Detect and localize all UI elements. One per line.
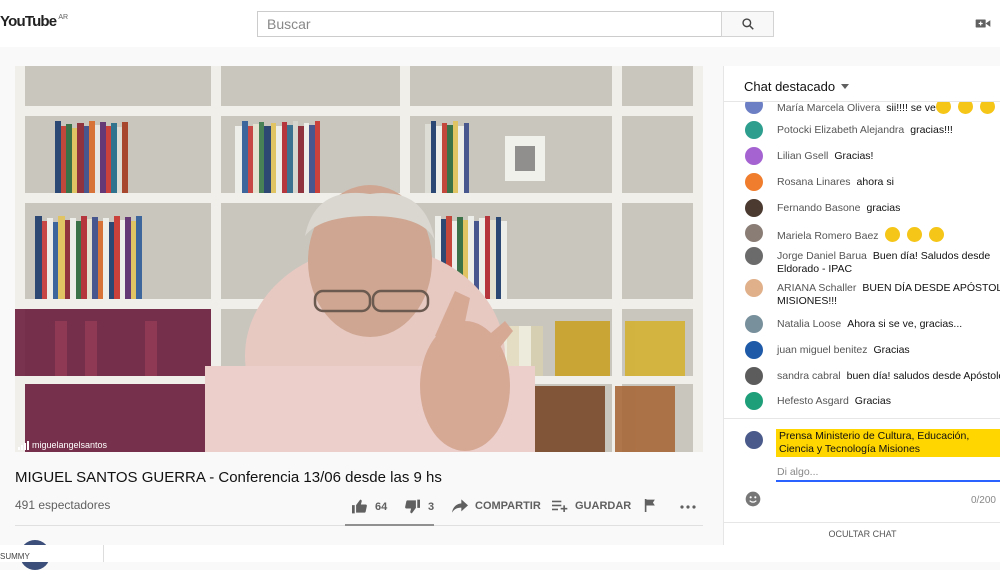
- top-header: YouTube AR: [0, 0, 1000, 47]
- playlist-add-icon: [552, 500, 568, 512]
- watermark-text: miguelangelsantos: [32, 440, 108, 450]
- video-title: MIGUEL SANTOS GUERRA - Conferencia 13/06…: [15, 469, 442, 486]
- like-button[interactable]: 64: [351, 499, 387, 514]
- chat-message-text: Jorge Daniel Barua Buen día! Saludos desd…: [777, 250, 1000, 276]
- action-bar: 64 3 COMPARTIR GUARDAR: [0, 496, 720, 518]
- dislike-count: 3: [428, 500, 435, 513]
- chat-message-text: Hefesto Asgard Gracias: [777, 395, 1000, 408]
- chat-author-avatar[interactable]: [745, 121, 763, 139]
- video-frame-image: [15, 66, 703, 452]
- flag-icon: [644, 499, 655, 512]
- chat-message-body: ahora si: [856, 176, 894, 188]
- chat-author-name[interactable]: Rosana Linares: [777, 176, 851, 188]
- chat-author-avatar[interactable]: [745, 247, 763, 265]
- chat-message-list[interactable]: María Marcela Olivera sii!!!! se ve Potock…: [724, 102, 1000, 418]
- chat-message-text: Lilian Gsell Gracias!: [777, 150, 1000, 163]
- chat-input-area: Prensa Ministerio de Cultura, Educación,…: [724, 418, 1000, 518]
- chat-message-input[interactable]: [776, 464, 1000, 482]
- chat-author-avatar[interactable]: [745, 392, 763, 410]
- logo-text: YouTube: [0, 13, 57, 30]
- chat-author-avatar[interactable]: [745, 315, 763, 333]
- bottom-strip-divider: [103, 545, 104, 562]
- chat-author-name[interactable]: Lilian Gsell: [777, 150, 828, 162]
- region-label: AR: [58, 14, 69, 21]
- share-icon: [452, 499, 468, 513]
- chat-message-text: sandra cabral buen día! saludos desde Apó…: [777, 370, 1000, 383]
- chat-author-name[interactable]: Natalia Loose: [777, 318, 841, 330]
- thumbs-down-icon: [405, 499, 420, 514]
- dislike-button[interactable]: 3: [404, 499, 434, 514]
- youtube-logo[interactable]: YouTube AR: [0, 13, 68, 30]
- chat-message-text: juan miguel benitez Gracias: [777, 344, 1000, 357]
- chat-author-avatar[interactable]: [745, 279, 763, 297]
- report-button[interactable]: [644, 499, 656, 512]
- chat-message-text: Potocki Elizabeth Alejandra gracias!!!: [777, 124, 1000, 137]
- character-counter: 0/200: [970, 495, 996, 506]
- hide-chat-button[interactable]: OCULTAR CHAT: [724, 522, 1000, 545]
- chat-author-avatar[interactable]: [745, 102, 763, 114]
- chat-header: Chat destacado: [724, 66, 1000, 102]
- create-video-icon[interactable]: [975, 17, 991, 35]
- share-label: COMPARTIR: [475, 500, 541, 512]
- clapping-emoji-icon: [935, 102, 951, 114]
- bottom-strip-text: SUMMY: [0, 552, 30, 561]
- chat-author-avatar[interactable]: [745, 341, 763, 359]
- bottom-strip: SUMMY: [0, 545, 1000, 562]
- chat-author-name[interactable]: Fernando Basone: [777, 202, 860, 214]
- chat-author-name[interactable]: Mariela Romero Baez: [777, 230, 879, 242]
- thumbs-up-icon: [352, 499, 367, 514]
- chat-message-text: Natalia Loose Ahora si se ve, gracias...: [777, 318, 1000, 331]
- video-player[interactable]: miguelangelsantos: [15, 66, 703, 452]
- chat-message-body: Gracias!: [834, 150, 874, 162]
- search-button[interactable]: [721, 11, 774, 37]
- chat-author-avatar[interactable]: [745, 147, 763, 165]
- chat-username: Prensa Ministerio de Cultura, Educación,…: [776, 429, 1000, 457]
- chat-author-avatar[interactable]: [745, 199, 763, 217]
- live-chat-panel: Chat destacado María Marcela Olivera sii!…: [723, 66, 1000, 545]
- chat-author-avatar[interactable]: [745, 367, 763, 385]
- clapping-emoji-icon: [906, 227, 922, 242]
- clapping-emoji-icon: [979, 102, 995, 114]
- chat-message-body: gracias!!!: [910, 124, 953, 136]
- chat-message-text: Fernando Basone gracias: [777, 202, 1000, 215]
- search-icon: [741, 18, 754, 30]
- more-horizontal-icon: [680, 505, 696, 509]
- chat-author-avatar[interactable]: [745, 173, 763, 191]
- clapping-emoji-icon: [884, 227, 900, 242]
- chat-author-name[interactable]: sandra cabral: [777, 370, 841, 382]
- chevron-down-icon[interactable]: [841, 84, 849, 89]
- search-input[interactable]: [257, 11, 722, 37]
- signal-icon: [18, 441, 29, 450]
- clapping-emoji-icon: [957, 102, 973, 114]
- chat-message-body: Gracias: [854, 395, 891, 407]
- chat-author-name[interactable]: María Marcela Olivera: [777, 102, 880, 114]
- chat-message-body: buen día! saludos desde Apóstoles: [846, 370, 1000, 382]
- like-count: 64: [375, 500, 388, 513]
- sentiment-bar: [345, 524, 434, 526]
- share-button[interactable]: COMPARTIR: [452, 499, 541, 513]
- chat-mode-dropdown[interactable]: Chat destacado: [744, 79, 835, 94]
- chat-message-body: Gracias: [873, 344, 910, 356]
- chat-author-name[interactable]: Jorge Daniel Barua: [777, 250, 867, 262]
- clapping-emoji-icon: [928, 227, 944, 242]
- chat-author-name[interactable]: juan miguel benitez: [777, 344, 867, 356]
- chat-author-name[interactable]: ARIANA Schaller: [777, 282, 856, 294]
- chat-message-body: gracias: [866, 202, 901, 214]
- chat-message-text: Mariela Romero Baez: [777, 227, 1000, 243]
- more-actions-button[interactable]: [680, 505, 696, 509]
- channel-watermark: miguelangelsantos: [18, 440, 107, 450]
- chat-message-text: ARIANA SchallerBUEN DÍA DESDE APÓSTOLES …: [777, 282, 1000, 308]
- save-button[interactable]: GUARDAR: [552, 499, 631, 513]
- chat-message-body: sii!!!! se ve: [886, 102, 936, 114]
- chat-message-text: María Marcela Olivera sii!!!! se ve: [777, 102, 1000, 115]
- emoji-icon[interactable]: [745, 491, 761, 507]
- chat-author-name[interactable]: Potocki Elizabeth Alejandra: [777, 124, 904, 136]
- chat-author-name[interactable]: Hefesto Asgard: [777, 395, 849, 407]
- chat-message-body: Ahora si se ve, gracias...: [847, 318, 963, 330]
- chat-message-text: Rosana Linares ahora si: [777, 176, 1000, 189]
- save-label: GUARDAR: [575, 500, 632, 512]
- user-avatar: [745, 431, 763, 449]
- chat-author-avatar[interactable]: [745, 224, 763, 242]
